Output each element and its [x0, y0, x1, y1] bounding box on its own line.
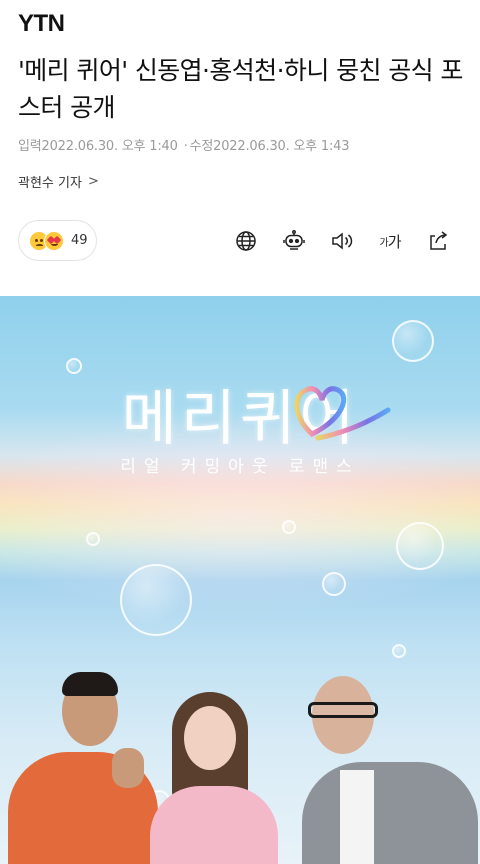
translate-button[interactable]	[222, 226, 270, 256]
meta-separator: ·	[183, 139, 188, 154]
font-small-glyph: 가	[379, 237, 388, 249]
ai-summary-button[interactable]	[270, 226, 318, 256]
article-image-poster: 메리퀴어 리얼 커밍아웃 로맨스	[0, 296, 480, 864]
share-button[interactable]	[414, 226, 462, 256]
reaction-button[interactable]: 49	[18, 220, 97, 261]
heart-eyes-icon	[44, 230, 64, 251]
bubble-decoration	[120, 564, 192, 636]
glasses-icon	[308, 702, 378, 718]
robot-icon	[283, 230, 305, 250]
modified-label: 수정	[189, 139, 214, 154]
show-subtitle: 리얼 커밍아웃 로맨스	[120, 457, 360, 477]
bubble-decoration	[86, 532, 100, 546]
listen-button[interactable]	[318, 226, 366, 256]
show-title-logo: 메리퀴어	[121, 384, 359, 454]
author-link[interactable]: 곽현수 기자 >	[18, 172, 99, 191]
cast-hair	[62, 672, 118, 696]
font-size-button[interactable]: 가가	[366, 226, 414, 256]
published-label: 입력	[18, 139, 42, 154]
article-headline: '메리 퀴어' 신동엽·홍석천·하니 뭉친 공식 포스터 공개	[18, 56, 463, 122]
speaker-icon	[332, 232, 353, 250]
cast-hand	[112, 748, 144, 788]
article-timestamps: 입력2022.06.30. 오후 1:40 · 수정2022.06.30. 오후 1…	[18, 135, 355, 154]
published-time: 2022.06.30. 오후 1:40	[41, 139, 178, 154]
cast-head	[184, 706, 236, 770]
author-name: 곽현수 기자	[18, 176, 82, 191]
ytn-logo[interactable]: YTN	[18, 10, 65, 38]
globe-icon	[236, 231, 256, 251]
cast-body	[150, 786, 278, 864]
bubble-decoration	[322, 572, 346, 596]
bubble-decoration	[396, 522, 444, 570]
font-large-glyph: 가	[387, 232, 402, 251]
cast-body	[302, 762, 478, 864]
cast-shirt	[340, 770, 374, 864]
bubble-decoration	[282, 520, 296, 534]
rainbow-heart-icon	[294, 386, 391, 441]
cast-member-left	[0, 656, 170, 864]
share-icon	[430, 231, 448, 250]
modified-time: 2022.06.30. 오후 1:43	[213, 139, 350, 154]
cast-member-right	[296, 662, 480, 864]
cast-member-center	[150, 676, 290, 864]
bubble-decoration	[392, 320, 434, 362]
bubble-decoration	[392, 644, 406, 658]
reaction-count: 49	[71, 233, 88, 248]
chevron-right-icon: >	[87, 174, 99, 189]
article-toolbar: 가가	[222, 226, 462, 256]
